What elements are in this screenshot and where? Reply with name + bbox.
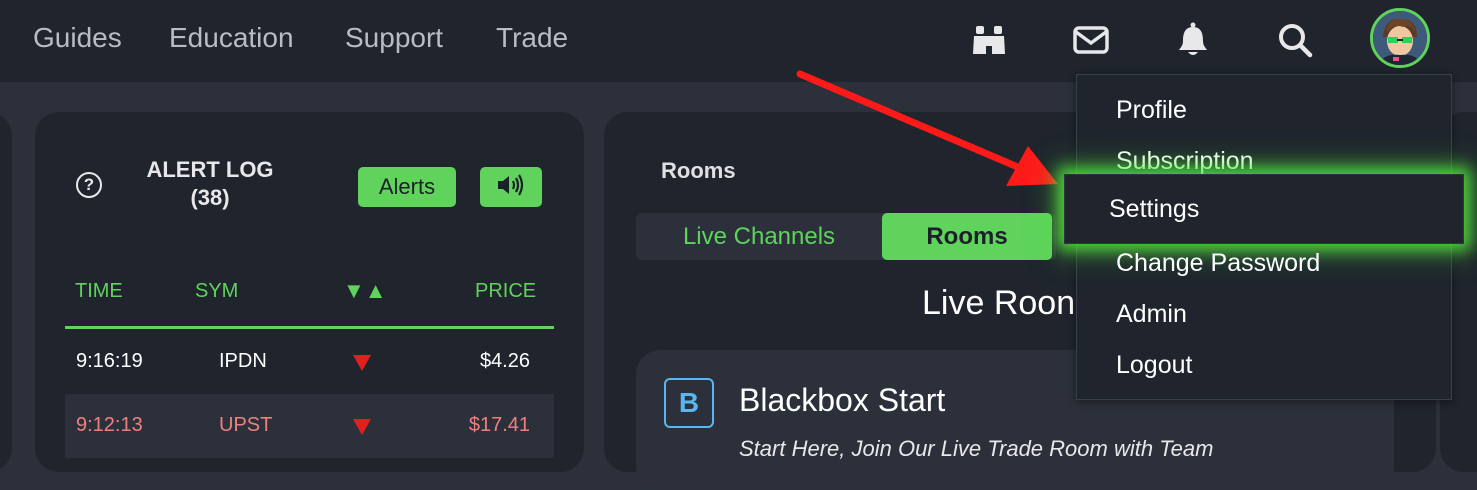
nav-link-support[interactable]: Support	[345, 22, 443, 54]
menu-item-profile[interactable]: Profile	[1116, 96, 1187, 125]
rooms-section-label: Rooms	[661, 158, 736, 183]
alert-log-title: ALERT LOG (38)	[130, 156, 290, 212]
tab-rooms[interactable]: Rooms	[882, 213, 1052, 260]
row-price: $17.41	[468, 414, 530, 436]
nav-link-education[interactable]: Education	[169, 22, 294, 54]
row-symbol: IPDN	[219, 350, 267, 372]
column-header-time[interactable]: TIME	[75, 280, 123, 303]
search-icon[interactable]	[1275, 20, 1315, 60]
alerts-button[interactable]: Alerts	[358, 167, 456, 207]
help-icon[interactable]: ?	[76, 172, 102, 198]
menu-item-change-password[interactable]: Change Password	[1116, 249, 1320, 278]
nav-link-guides[interactable]: Guides	[33, 22, 122, 54]
alert-log-count: (38)	[190, 185, 230, 210]
room-badge: B	[664, 378, 714, 428]
row-price: $4.26	[479, 350, 530, 372]
tab-live-channels[interactable]: Live Channels	[636, 213, 882, 260]
user-avatar[interactable]	[1370, 8, 1430, 68]
column-header-sym[interactable]: SYM	[195, 280, 238, 303]
row-time: 9:16:19	[76, 350, 143, 372]
room-description: Start Here, Join Our Live Trade Room wit…	[739, 436, 1214, 461]
nav-link-trade[interactable]: Trade	[496, 22, 568, 54]
alert-log-title-text: ALERT LOG	[146, 157, 274, 182]
table-row[interactable]: 9:16:19 IPDN $4.26	[65, 330, 554, 394]
column-header-direction[interactable]: ▼▲	[343, 278, 387, 304]
menu-item-settings-label: Settings	[1109, 195, 1200, 223]
mail-icon[interactable]	[1071, 20, 1111, 60]
sound-toggle-button[interactable]	[480, 167, 542, 207]
menu-item-settings[interactable]: Settings	[1064, 174, 1464, 244]
down-arrow-icon	[353, 355, 371, 371]
row-symbol: UPST	[219, 414, 273, 436]
live-rooms-heading: Live Roon	[922, 284, 1076, 322]
room-name[interactable]: Blackbox Start	[739, 382, 945, 419]
speaker-icon	[496, 173, 526, 201]
down-arrow-icon	[353, 419, 371, 435]
menu-item-logout[interactable]: Logout	[1116, 351, 1192, 380]
menu-item-admin[interactable]: Admin	[1116, 300, 1187, 329]
row-time: 9:12:13	[76, 414, 143, 436]
binoculars-icon[interactable]	[969, 20, 1009, 60]
column-header-price[interactable]: PRICE	[475, 280, 536, 303]
left-panel-edge	[0, 112, 12, 472]
header-divider	[65, 326, 554, 329]
bell-icon[interactable]	[1173, 20, 1213, 60]
table-row[interactable]: 9:12:13 UPST $17.41	[65, 394, 554, 458]
menu-item-subscription[interactable]: Subscription	[1116, 147, 1254, 176]
